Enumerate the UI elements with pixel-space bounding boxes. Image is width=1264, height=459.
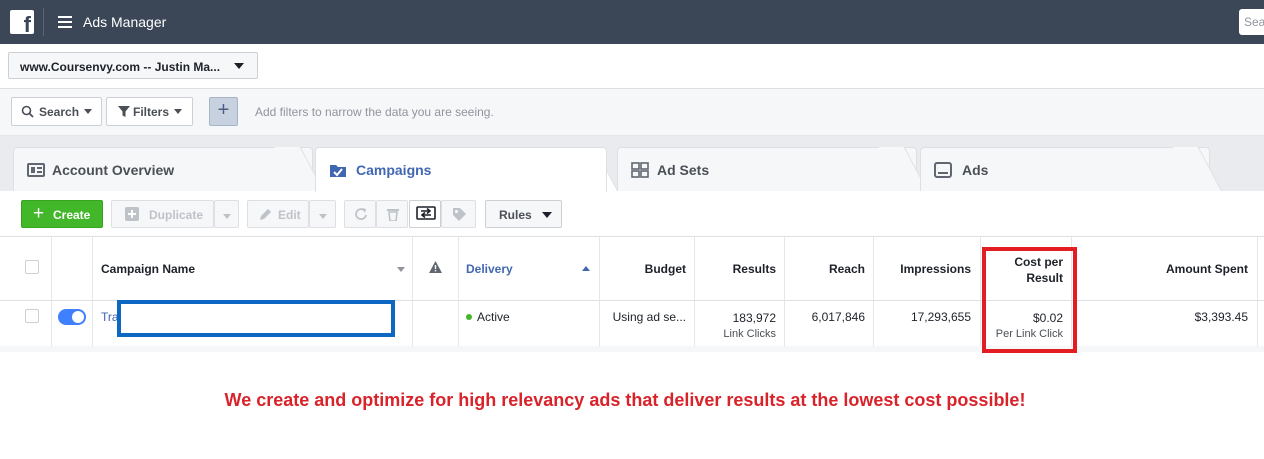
budget-value: Using ad se...: [612, 310, 686, 324]
trash-icon: [387, 209, 399, 221]
header-amount-spent[interactable]: Amount Spent: [1072, 262, 1248, 276]
column-divider: [599, 237, 600, 352]
header-campaign-name[interactable]: Campaign Name: [101, 262, 195, 276]
rules-button-label: Rules: [499, 208, 532, 222]
column-divider: [980, 237, 981, 352]
delivery-status: Active: [466, 310, 510, 324]
campaigns-folder-icon: [330, 165, 346, 177]
level-tabs: Account Overview Campaigns Ad Sets Ads: [0, 136, 1264, 192]
filter-funnel-icon: [118, 106, 130, 117]
column-divider: [873, 237, 874, 352]
header-results[interactable]: Results: [695, 262, 776, 276]
header-impressions[interactable]: Impressions: [874, 262, 971, 276]
top-navigation-bar: f Ads Manager Sea: [0, 0, 1264, 44]
header-delivery[interactable]: Delivery: [466, 262, 513, 276]
campaign-name-link[interactable]: Tra: [101, 310, 119, 324]
redacted-campaign-name-box: [117, 300, 395, 337]
chevron-down-icon: [174, 109, 183, 114]
pencil-icon: [260, 209, 271, 220]
tab-ad-sets[interactable]: Ad Sets: [617, 147, 917, 191]
tag-button[interactable]: [441, 200, 476, 228]
chevron-down-icon: [319, 214, 327, 219]
filters-button-label: Filters: [133, 105, 170, 119]
ad-sets-grid-icon: [631, 162, 649, 178]
active-status-dot-icon: [466, 314, 472, 320]
edit-dropdown-button[interactable]: [309, 200, 336, 228]
results-cell: 183,972 Link Clicks: [695, 310, 776, 342]
tab-label: Ads: [962, 162, 989, 178]
search-icon: [21, 105, 34, 118]
account-selector[interactable]: www.Coursenvy.com -- Justin Ma...: [8, 52, 258, 79]
chevron-down-icon: [84, 109, 93, 114]
add-filter-button[interactable]: +: [209, 97, 238, 126]
tag-icon: [453, 208, 466, 221]
column-divider: [784, 237, 785, 352]
chevron-down-icon: [223, 214, 231, 219]
plus-icon: +: [33, 203, 45, 224]
divider: [43, 8, 44, 36]
tab-label: Campaigns: [356, 162, 432, 178]
tab-campaigns[interactable]: Campaigns: [315, 147, 607, 192]
ads-monitor-icon: [934, 162, 952, 178]
facebook-logo-icon[interactable]: f: [10, 10, 34, 36]
top-search-input[interactable]: Sea: [1239, 9, 1264, 35]
filter-hint-text: Add filters to narrow the data you are s…: [255, 105, 494, 119]
chevron-down-icon: [234, 63, 244, 69]
swap-arrows-icon: [416, 206, 436, 220]
cost-per-result-highlight: [982, 247, 1077, 353]
delete-button[interactable]: [376, 200, 408, 228]
campaign-on-off-toggle[interactable]: [58, 309, 86, 325]
compare-button[interactable]: [409, 200, 441, 228]
refresh-button[interactable]: [344, 200, 376, 228]
column-divider: [51, 237, 52, 352]
filter-bar: Search Filters + Add filters to narrow t…: [0, 89, 1264, 136]
tab-account-overview[interactable]: Account Overview: [13, 147, 313, 191]
chevron-down-icon: [542, 212, 553, 218]
menu-icon[interactable]: [58, 16, 72, 28]
tab-label: Ad Sets: [657, 162, 710, 178]
create-button[interactable]: + Create: [21, 200, 103, 228]
sort-down-icon[interactable]: [397, 267, 405, 272]
filters-button[interactable]: Filters: [106, 97, 193, 126]
search-button[interactable]: Search: [11, 97, 102, 126]
rules-button[interactable]: Rules: [485, 200, 562, 228]
sort-up-icon[interactable]: [582, 266, 590, 271]
create-button-label: Create: [53, 208, 91, 222]
amount-spent-value: $3,393.45: [1194, 310, 1248, 324]
account-overview-icon: [27, 163, 45, 177]
column-divider: [694, 237, 695, 352]
duplicate-dropdown-button[interactable]: [214, 200, 239, 228]
duplicate-button-label: Duplicate: [149, 208, 204, 222]
reach-value: 6,017,846: [811, 310, 865, 324]
column-divider: [458, 237, 459, 352]
edit-button[interactable]: Edit: [247, 200, 309, 228]
tab-ads[interactable]: Ads: [920, 147, 1210, 191]
duplicate-icon: [125, 207, 139, 221]
promo-caption: We create and optimize for high relevanc…: [224, 390, 1026, 410]
tab-label: Account Overview: [52, 162, 175, 178]
column-divider: [92, 237, 93, 352]
action-toolbar: + Create Duplicate Edit Rules: [0, 191, 1264, 237]
header-reach[interactable]: Reach: [785, 262, 865, 276]
row-checkbox[interactable]: [25, 309, 39, 323]
account-selector-label: www.Coursenvy.com -- Justin Ma...: [20, 60, 221, 74]
impressions-value: 17,293,655: [910, 310, 971, 324]
app-title[interactable]: Ads Manager: [83, 14, 166, 30]
results-type: Link Clicks: [723, 328, 776, 340]
column-divider: [412, 237, 413, 352]
select-all-checkbox[interactable]: [25, 260, 39, 274]
column-divider: [1257, 237, 1258, 352]
refresh-icon: [355, 208, 367, 220]
header-budget[interactable]: Budget: [600, 262, 686, 276]
account-row: www.Coursenvy.com -- Justin Ma...: [0, 44, 1264, 89]
results-value: 183,972: [732, 311, 776, 325]
search-button-label: Search: [39, 105, 80, 119]
warning-icon: [429, 261, 442, 273]
duplicate-button[interactable]: Duplicate: [111, 200, 214, 228]
edit-button-label: Edit: [278, 208, 301, 222]
delivery-status-label: Active: [477, 310, 510, 324]
